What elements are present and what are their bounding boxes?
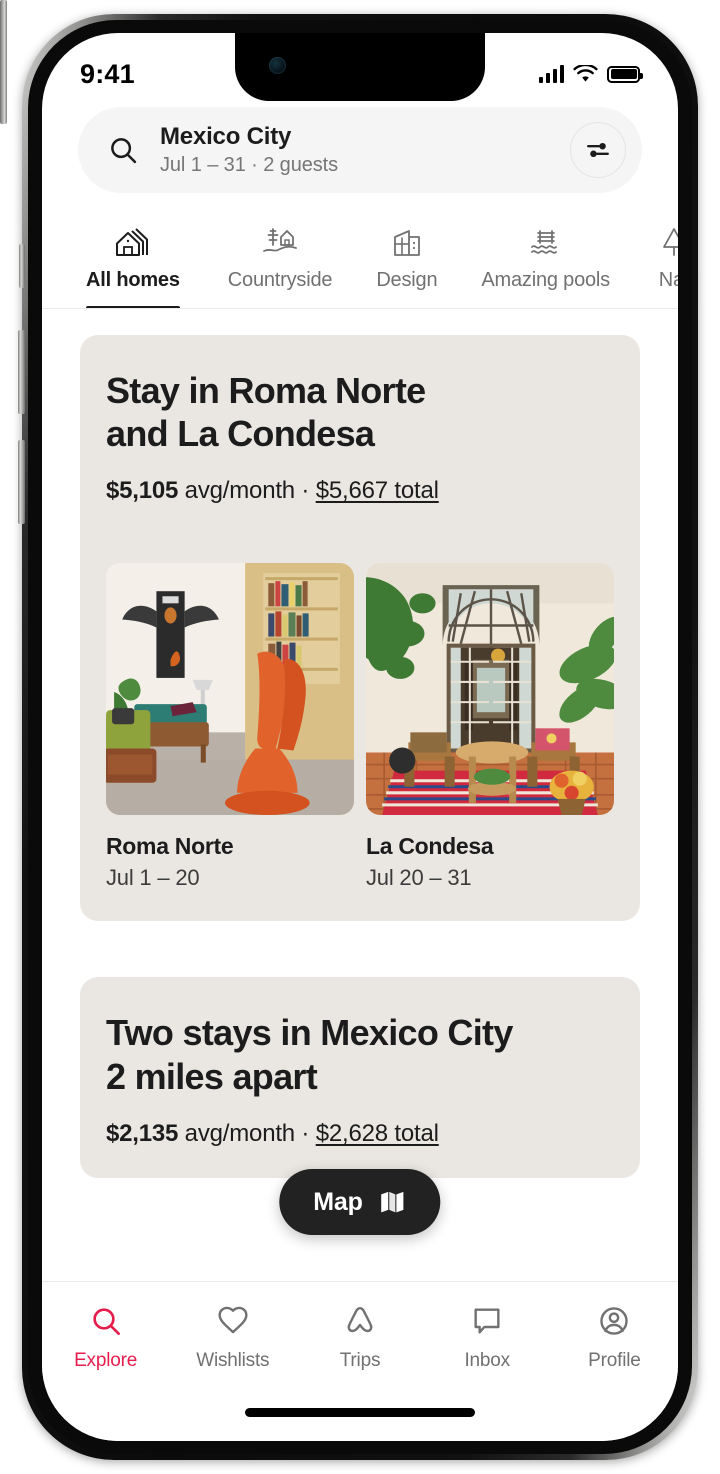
screenshot-stage: 9:41 Mexico City Jul 1 – 31 · 2 guests A…: [0, 0, 720, 1474]
tab-label: Countryside: [227, 269, 333, 291]
card-title: Stay in Roma Norte and La Condesa: [106, 370, 426, 455]
map-toggle-button[interactable]: Map: [279, 1169, 441, 1235]
user-circle-icon: [598, 1300, 630, 1342]
stay-item[interactable]: La Condesa Jul 20 – 31: [366, 563, 614, 891]
card-price-amount: $2,135: [106, 1119, 179, 1147]
card-price-total[interactable]: $5,667 total: [316, 477, 439, 504]
tab-all-homes[interactable]: All homes: [42, 221, 206, 308]
card-price: $5,105 avg/month · $5,667 total: [106, 477, 614, 505]
search-icon: [111, 138, 137, 164]
stay-photo-row: Roma Norte Jul 1 – 20 La Condesa Jul 20 …: [106, 563, 614, 891]
countryside-icon: [260, 221, 300, 259]
power-button[interactable]: [0, 0, 7, 124]
home-indicator[interactable]: [245, 1408, 475, 1417]
nav-label: Wishlists: [196, 1350, 270, 1371]
search-values: Mexico City Jul 1 – 31 · 2 guests: [160, 123, 548, 177]
stay-photo-la-condesa[interactable]: [366, 563, 614, 816]
tab-countryside[interactable]: Countryside: [206, 221, 355, 308]
tab-design[interactable]: Design: [354, 221, 459, 308]
filter-button[interactable]: [570, 122, 626, 178]
nav-item-inbox[interactable]: Inbox: [424, 1300, 551, 1372]
folded-map-icon: [381, 1191, 404, 1213]
search-section: Mexico City Jul 1 – 31 · 2 guests: [42, 101, 678, 193]
filter-sliders-icon: [587, 142, 609, 158]
card-price-amount: $5,105: [106, 477, 179, 505]
volume-down-button[interactable]: [18, 440, 25, 524]
category-tabs[interactable]: All homes Countryside Design Amazing poo…: [42, 201, 678, 309]
tab-label: All homes: [86, 269, 180, 291]
nav-item-profile[interactable]: Profile: [551, 1300, 678, 1372]
listing-feed: Stay in Roma Norte and La Condesa $5,105…: [42, 309, 678, 1178]
nav-item-wishlists[interactable]: Wishlists: [169, 1300, 296, 1372]
card-price-total[interactable]: $2,628 total: [316, 1120, 439, 1147]
status-time: 9:41: [80, 58, 135, 89]
stay-dates: Jul 20 – 31: [366, 865, 472, 891]
nav-item-explore[interactable]: Explore: [42, 1300, 169, 1372]
heart-icon: [217, 1300, 249, 1342]
nav-label: Profile: [588, 1350, 641, 1371]
design-building-icon: [387, 221, 427, 259]
stay-photo-roma-norte[interactable]: [106, 563, 354, 816]
nav-label: Trips: [339, 1350, 381, 1371]
card-title: Two stays in Mexico City 2 miles apart: [106, 1012, 513, 1097]
stay-name: Roma Norte: [106, 833, 234, 860]
nav-label: Explore: [74, 1350, 138, 1371]
search-bar[interactable]: Mexico City Jul 1 – 31 · 2 guests: [78, 107, 642, 193]
listing-card[interactable]: Stay in Roma Norte and La Condesa $5,105…: [80, 335, 640, 922]
volume-up-button[interactable]: [18, 330, 25, 414]
search-destination: Mexico City: [160, 123, 292, 150]
nav-label: Inbox: [464, 1350, 510, 1371]
tab-nature[interactable]: Nat: [632, 221, 678, 308]
bottom-navigation[interactable]: Explore Wishlists Trips Inbox Profile: [42, 1281, 678, 1441]
pool-icon: [526, 221, 566, 259]
stay-dates: Jul 1 – 20: [106, 865, 200, 891]
stay-item[interactable]: Roma Norte Jul 1 – 20: [106, 563, 354, 891]
signal-bars-icon: [538, 65, 564, 83]
houses-icon: [113, 221, 153, 259]
card-price: $2,135 avg/month · $2,628 total: [106, 1120, 614, 1148]
nav-item-trips[interactable]: Trips: [296, 1300, 423, 1372]
message-bubble-icon: [471, 1300, 503, 1342]
wifi-icon: [573, 64, 598, 82]
tab-label: Design: [376, 269, 438, 291]
stay-name: La Condesa: [366, 833, 494, 860]
tab-amazing-pools[interactable]: Amazing pools: [459, 221, 632, 308]
search-details: Jul 1 – 31 · 2 guests: [160, 154, 339, 176]
battery-full-icon: [607, 65, 643, 83]
nature-icon: [654, 221, 678, 259]
tab-label: Amazing pools: [481, 269, 610, 291]
search-icon: [90, 1300, 122, 1342]
status-bar: 9:41: [42, 33, 678, 101]
tab-label: Nat: [658, 269, 678, 291]
mute-switch[interactable]: [19, 244, 25, 288]
status-indicators: [538, 64, 643, 84]
phone-screen: 9:41 Mexico City Jul 1 – 31 · 2 guests A…: [42, 33, 678, 1441]
map-button-label: Map: [313, 1187, 363, 1216]
card-price-unit: avg/month ·: [178, 477, 316, 505]
airbnb-belo-icon: [344, 1300, 376, 1342]
card-price-unit: avg/month ·: [178, 1119, 316, 1147]
listing-card[interactable]: Two stays in Mexico City 2 miles apart $…: [80, 977, 640, 1178]
